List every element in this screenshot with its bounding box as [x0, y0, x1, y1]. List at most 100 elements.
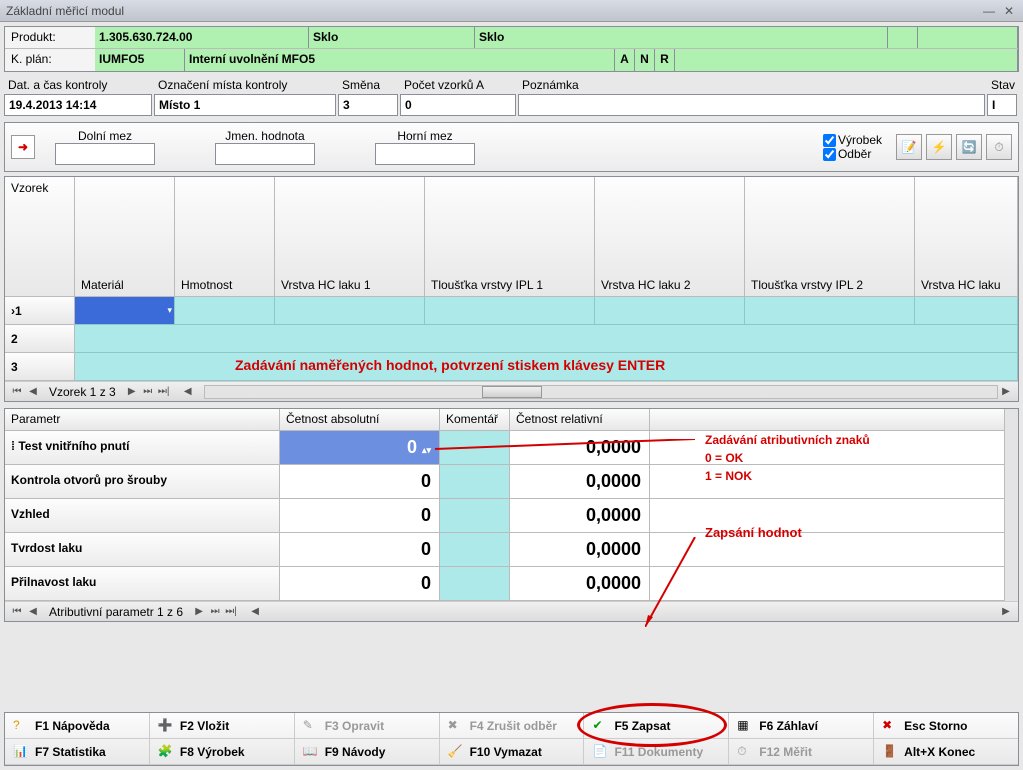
close-icon[interactable]: ✕	[1001, 4, 1017, 18]
attr-row[interactable]: ⁞ Test vnitřního pnutí0 ▴▾0,0000	[5, 431, 1018, 465]
nav2-first-button[interactable]: ⏮	[9, 605, 25, 619]
nav2-prev-button[interactable]: ◀	[25, 605, 41, 619]
pocet-field[interactable]: 0	[400, 94, 516, 116]
grid1-row-2[interactable]: 2	[5, 325, 1018, 353]
col-hmotnost[interactable]: Hmotnost	[175, 177, 275, 297]
kplan-extra[interactable]	[675, 49, 1018, 71]
f1-help-button[interactable]: ?F1 Nápověda	[5, 713, 150, 738]
col-vrstva1[interactable]: Vrstva HC laku 1	[275, 177, 425, 297]
kplan-kod-field[interactable]: IUMFO5	[95, 49, 185, 71]
datum-field[interactable]: 19.4.2013 14:14	[4, 94, 152, 116]
produkt-extra1[interactable]	[888, 27, 918, 48]
stopwatch-icon: ⏱	[994, 140, 1003, 155]
attr-abs-cell[interactable]: 0	[280, 567, 440, 601]
dropdown-icon[interactable]: ▾	[167, 305, 172, 316]
nav2-last-button[interactable]: ⏭	[207, 605, 223, 619]
x-icon: ✖	[882, 718, 898, 734]
misto-field[interactable]: Místo 1	[154, 94, 336, 116]
attr-komentar-cell[interactable]	[440, 533, 510, 567]
hscroll2-right-button[interactable]: ▶	[998, 605, 1014, 619]
col-vrstva2[interactable]: Vrstva HC laku 2	[595, 177, 745, 297]
attr-komentar-cell[interactable]	[440, 499, 510, 533]
nav-prev-button[interactable]: ◀	[25, 385, 41, 399]
esc-storno-button[interactable]: ✖Esc Storno	[874, 713, 1018, 738]
attribute-grid[interactable]: Parametr Četnost absolutní Komentář Četn…	[4, 408, 1019, 622]
minimize-icon[interactable]: —	[981, 4, 997, 18]
jmen-hodnota-field[interactable]	[215, 143, 315, 165]
attr-komentar-cell[interactable]	[440, 431, 510, 465]
attr-rel-cell: 0,0000	[510, 465, 650, 499]
grid1-navbar: ⏮ ◀ Vzorek 1 z 3 ▶ ⏭ ⏭| ◀ ▶	[5, 381, 1018, 401]
col-tloustka1[interactable]: Tloušťka vrstvy IPL 1	[425, 177, 595, 297]
attr-abs-cell[interactable]: 0	[280, 465, 440, 499]
hscroll-thumb[interactable]	[482, 386, 542, 398]
poznamka-field[interactable]	[518, 94, 985, 116]
next-arrow-button[interactable]: ➜	[11, 135, 35, 159]
nav2-end-button[interactable]: ⏭|	[223, 605, 239, 619]
produkt-typ2-field[interactable]: Sklo	[475, 27, 888, 48]
attr-komentar-cell[interactable]	[440, 465, 510, 499]
hscroll-right-button[interactable]: ▶	[998, 385, 1014, 399]
nav2-next-button[interactable]: ▶	[191, 605, 207, 619]
nav-last-button[interactable]: ⏭	[140, 385, 156, 399]
attr-abs-cell[interactable]: 0	[280, 499, 440, 533]
f9-navody-button[interactable]: 📖F9 Návody	[295, 739, 440, 764]
flag-r[interactable]: R	[655, 49, 675, 71]
timer-button[interactable]: ⏱	[986, 134, 1012, 160]
col-cetnost-rel[interactable]: Četnost relativní	[510, 409, 650, 431]
checkbox-vyrobek[interactable]: Výrobek	[823, 133, 882, 147]
attr-row[interactable]: Kontrola otvorů pro šrouby0 0,0000	[5, 465, 1018, 499]
f7-statistika-button[interactable]: 📊F7 Statistika	[5, 739, 150, 764]
hscroll-left-button[interactable]: ◀	[180, 385, 196, 399]
hscrollbar[interactable]	[204, 385, 998, 399]
checkbox-odber[interactable]: Odběr	[823, 147, 882, 161]
f6-header-button[interactable]: ▦F6 Záhlaví	[729, 713, 874, 738]
f10-vymazat-button[interactable]: 🧹F10 Vymazat	[440, 739, 585, 764]
col-komentar[interactable]: Komentář	[440, 409, 510, 431]
nav-next-button[interactable]: ▶	[124, 385, 140, 399]
product-icon: 🧩	[158, 744, 174, 760]
grid1-row-3[interactable]: 3	[5, 353, 1018, 381]
grid1-row-1[interactable]: › 1 ▾	[5, 297, 1018, 325]
altx-konec-button[interactable]: 🚪Alt+X Konec	[874, 739, 1018, 764]
col-parametr[interactable]: Parametr	[5, 409, 280, 431]
smena-field[interactable]: 3	[338, 94, 398, 116]
col-material[interactable]: Materiál	[75, 177, 175, 297]
flag-n[interactable]: N	[635, 49, 655, 71]
flash-button[interactable]: ⚡	[926, 134, 952, 160]
attr-row[interactable]: Tvrdost laku00,0000	[5, 533, 1018, 567]
attr-komentar-cell[interactable]	[440, 567, 510, 601]
col-cetnost-abs[interactable]: Četnost absolutní	[280, 409, 440, 431]
refresh-button[interactable]: 🔄	[956, 134, 982, 160]
nav-first-button[interactable]: ⏮	[9, 385, 25, 399]
produkt-extra2[interactable]	[918, 27, 1018, 48]
grid2-vscrollbar[interactable]	[1004, 409, 1018, 601]
inspection-header: Dat. a čas kontroly Označení místa kontr…	[4, 76, 1019, 116]
attr-row-label: Kontrola otvorů pro šrouby	[5, 465, 280, 499]
col-vrstva3[interactable]: Vrstva HC laku	[915, 177, 1018, 297]
f5-save-button[interactable]: ✔F5 Zapsat	[584, 713, 729, 738]
f8-vyrobek-button[interactable]: 🧩F8 Výrobek	[150, 739, 295, 764]
nav-end-button[interactable]: ⏭|	[156, 385, 172, 399]
grid1-selected-cell[interactable]: ▾	[75, 297, 175, 325]
window-title: Základní měřicí modul	[6, 4, 124, 18]
note-icon: 📝	[902, 140, 917, 154]
plus-icon: ➕	[158, 718, 174, 734]
flag-a[interactable]: A	[615, 49, 635, 71]
attr-abs-cell[interactable]: 0	[280, 533, 440, 567]
dolni-mez-field[interactable]	[55, 143, 155, 165]
kplan-nazev-field[interactable]: Interní uvolnění MFO5	[185, 49, 615, 71]
produkt-typ1-field[interactable]: Sklo	[309, 27, 475, 48]
produkt-kod-field[interactable]: 1.305.630.724.00	[95, 27, 309, 48]
limits-panel: ➜ Dolní mez Jmen. hodnota Horní mez Výro…	[4, 122, 1019, 172]
attr-row[interactable]: Vzhled00,0000	[5, 499, 1018, 533]
f2-insert-button[interactable]: ➕F2 Vložit	[150, 713, 295, 738]
hscroll2-left-button[interactable]: ◀	[247, 605, 263, 619]
measurement-grid[interactable]: Vzorek Materiál Hmotnost Vrstva HC laku …	[4, 176, 1019, 402]
attr-row[interactable]: Přilnavost laku00,0000	[5, 567, 1018, 601]
new-note-button[interactable]: 📝	[896, 134, 922, 160]
stav-field[interactable]: I	[987, 94, 1017, 116]
col-tloustka2[interactable]: Tloušťka vrstvy IPL 2	[745, 177, 915, 297]
attr-abs-cell[interactable]: 0 ▴▾	[280, 431, 440, 465]
horni-mez-field[interactable]	[375, 143, 475, 165]
